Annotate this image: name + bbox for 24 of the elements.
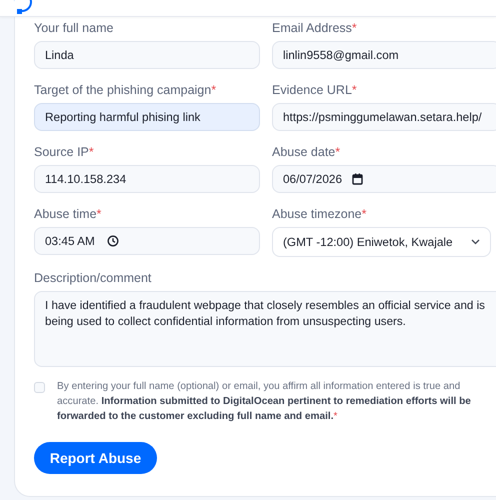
description-field[interactable]: I have identified a fraudulent webpage that closely resembles an official service and is being used to collect confidential information from unsuspecting users. <box>34 291 496 367</box>
clock-icon[interactable] <box>106 235 119 247</box>
text-field[interactable]: 114.10.158.234 <box>34 165 260 193</box>
field-label: Target of the phishing campaign* <box>34 83 218 97</box>
field-label: Description/comment <box>34 271 152 285</box>
field-label: Abuse date* <box>272 145 342 159</box>
field-label: Your full name <box>34 21 114 35</box>
field-label: Abuse timezone* <box>272 207 368 221</box>
text-field[interactable]: Reporting harmful phising link <box>34 103 260 131</box>
date-field[interactable]: 06/07/2026 <box>272 165 496 193</box>
field-label: Abuse time* <box>34 207 102 221</box>
timezone-dropdown[interactable]: (GMT -12:00) Eniwetok, Kwajale <box>272 227 491 257</box>
field-label: Source IP* <box>34 145 95 159</box>
field-label: Evidence URL* <box>272 83 358 97</box>
time-field[interactable]: 03:45 AM <box>34 227 260 255</box>
consent-text: By entering your full name (optional) or email, you affirm all information entered is true and accurate. Information submitted to DigitalOcean pertinent to remediation efforts will be forwarded to the customer excluding full name and email.* <box>57 380 472 424</box>
chevron-down-icon[interactable] <box>471 239 480 245</box>
calendar-icon[interactable] <box>352 173 364 185</box>
text-field[interactable]: linlin9558@gmail.com <box>272 41 496 69</box>
text-field[interactable]: https://psminggumelawan.setara.help/ <box>272 103 496 131</box>
consent-checkbox[interactable] <box>34 382 45 393</box>
report-abuse-button[interactable]: Report Abuse <box>34 442 157 474</box>
text-field[interactable]: Linda <box>34 41 260 69</box>
field-label: Email Address* <box>272 21 358 35</box>
